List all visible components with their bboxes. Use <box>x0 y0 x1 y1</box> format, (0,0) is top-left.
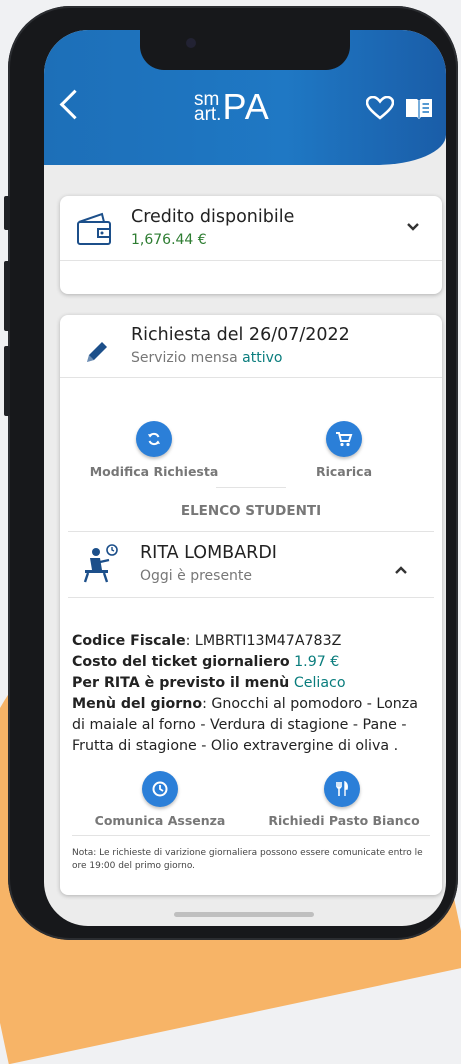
request-white-meal-label[interactable]: Richiedi Pasto Bianco <box>260 813 428 828</box>
phone-volume-down <box>4 346 10 416</box>
recharge-button[interactable] <box>326 421 362 457</box>
phone-volume-up <box>4 261 10 331</box>
phone-notch <box>140 30 350 70</box>
chevron-down-icon[interactable] <box>406 222 420 232</box>
request-title: Richiesta del 26/07/2022 <box>131 325 350 345</box>
fiscal-code-value: : LMBRTI13M47A783Z <box>185 633 342 649</box>
recharge-label[interactable]: Ricarica <box>290 464 398 479</box>
variation-note: Nota: Le richieste di varizione giornali… <box>72 848 423 871</box>
ticket-cost-label: Costo del ticket giornaliero <box>72 654 290 670</box>
request-divider <box>60 377 442 378</box>
student-desk-icon <box>83 544 118 583</box>
back-arrow-icon[interactable] <box>59 89 90 120</box>
menu-plan-value: Celiaco <box>293 675 346 691</box>
smartpa-logo: sm art. PA <box>194 86 270 127</box>
refresh-icon <box>148 432 160 446</box>
shopping-cart-icon <box>336 432 353 447</box>
student-status: Oggi è presente <box>140 568 253 584</box>
students-divider <box>68 531 434 532</box>
service-status-text: Servizio mensa attivo <box>131 350 283 366</box>
phone-frame: sm art. PA Credito disponibile 1,676.44 … <box>4 6 458 940</box>
credit-card: Credito disponibile 1,676.44 € <box>60 196 442 294</box>
student-details: Codice Fiscale: LMBRTI13M47A783Z Costo d… <box>72 631 434 757</box>
fiscal-code-label: Codice Fiscale <box>72 633 186 649</box>
student-divider <box>68 597 434 598</box>
student-name: RITA LOMBARDI <box>140 543 277 563</box>
actions-divider <box>216 487 286 488</box>
daily-menu-label: Menù del giorno <box>72 696 203 712</box>
report-absence-button[interactable] <box>142 771 178 807</box>
book-menu-icon[interactable] <box>404 96 434 120</box>
students-list-header: ELENCO STUDENTI <box>180 503 322 519</box>
modify-request-label[interactable]: Modifica Richiesta <box>80 464 228 479</box>
credit-title: Credito disponibile <box>131 207 295 227</box>
note-divider <box>72 835 430 836</box>
chevron-up-icon[interactable] <box>394 565 408 575</box>
menu-plan-label: Per RITA è previsto il menù <box>72 675 290 691</box>
credit-amount: 1,676.44 € <box>131 232 207 248</box>
request-card: Richiesta del 26/07/2022 Servizio mensa … <box>60 315 442 895</box>
clock-icon <box>152 781 168 797</box>
cutlery-icon <box>336 781 348 796</box>
app-screen: sm art. PA Credito disponibile 1,676.44 … <box>44 30 446 926</box>
credit-divider <box>60 260 442 261</box>
wallet-icon <box>77 212 111 245</box>
report-absence-label[interactable]: Comunica Assenza <box>80 813 240 828</box>
phone-mute-switch <box>4 196 10 230</box>
modify-request-button[interactable] <box>136 421 172 457</box>
favorite-heart-icon[interactable] <box>366 96 394 120</box>
service-status-value: attivo <box>242 350 283 366</box>
pencil-icon <box>87 342 107 362</box>
ticket-cost-value: 1.97 € <box>294 654 340 670</box>
home-indicator[interactable] <box>174 912 314 917</box>
request-white-meal-button[interactable] <box>324 771 360 807</box>
